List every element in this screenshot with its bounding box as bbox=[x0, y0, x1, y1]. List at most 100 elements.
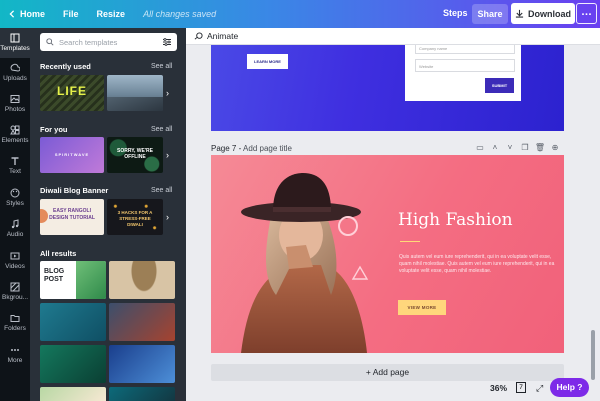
music-icon bbox=[11, 219, 19, 229]
see-all-diwali[interactable]: See all bbox=[151, 187, 172, 194]
contact-form: Company name Website SUBMIT bbox=[405, 45, 521, 101]
view-more-button[interactable]: VIEW MORE bbox=[398, 300, 446, 315]
share-button[interactable]: Share bbox=[472, 4, 508, 24]
template-thumb[interactable]: 3 HACKS FOR A STRESS-FREE DIWALI bbox=[107, 199, 163, 235]
template-thumb[interactable]: EASY RANGOLI DESIGN TUTORIAL bbox=[40, 199, 104, 235]
more-options-button[interactable]: … bbox=[576, 3, 597, 24]
rail-label: Styles bbox=[6, 200, 24, 207]
download-label: Download bbox=[528, 8, 571, 19]
page-count-badge[interactable]: 7 bbox=[516, 382, 526, 393]
home-button[interactable]: Home bbox=[8, 9, 45, 19]
body-text[interactable]: Quis autem vel eum iure reprehenderit, q… bbox=[399, 254, 564, 275]
template-thumb[interactable] bbox=[107, 75, 163, 111]
thumb-text: SPIRITWAVE bbox=[54, 152, 90, 157]
video-icon bbox=[10, 252, 20, 260]
template-thumb[interactable] bbox=[109, 387, 175, 401]
add-page-button[interactable]: + Add page bbox=[211, 364, 564, 381]
chevron-right-icon[interactable]: › bbox=[166, 88, 176, 98]
download-icon bbox=[515, 9, 524, 18]
section-title-all: All results bbox=[40, 249, 77, 258]
search-icon bbox=[46, 38, 54, 46]
filter-icon[interactable] bbox=[162, 37, 172, 47]
rail-label: Bkgrou... bbox=[1, 294, 28, 301]
page-7-canvas[interactable]: High Fashion Quis autem vel eum iure rep… bbox=[211, 155, 564, 353]
page-7-label: Page 7 - bbox=[211, 144, 242, 153]
chevron-right-icon[interactable]: › bbox=[166, 212, 176, 222]
section-title-for-you: For you bbox=[40, 125, 68, 134]
download-button[interactable]: Download bbox=[511, 3, 575, 24]
chevron-down-icon[interactable]: ˅ bbox=[504, 142, 516, 154]
delete-page-icon[interactable]: 🗑 bbox=[534, 142, 546, 154]
fullscreen-icon[interactable]: ⤢ bbox=[536, 383, 546, 393]
headline-text[interactable]: High Fashion bbox=[398, 210, 513, 230]
rail-label: Photos bbox=[4, 106, 26, 113]
elements-icon bbox=[10, 125, 20, 135]
editor-toolbar: Animate bbox=[186, 28, 600, 45]
divider-line bbox=[400, 241, 420, 242]
decor-circle bbox=[338, 216, 358, 236]
template-thumb[interactable] bbox=[109, 303, 175, 341]
templates-icon bbox=[10, 33, 20, 43]
chevron-up-icon[interactable]: ˄ bbox=[489, 142, 501, 154]
template-thumb[interactable] bbox=[109, 261, 175, 299]
file-menu[interactable]: File bbox=[63, 9, 79, 19]
page-tools: ▭ ˄ ˅ ❐ 🗑 ⊕ bbox=[474, 142, 564, 154]
folder-icon bbox=[10, 315, 20, 322]
rail-label: More bbox=[7, 357, 23, 364]
page-6-canvas[interactable]: LEARN MORE Company name Website SUBMIT bbox=[211, 45, 564, 131]
template-thumb[interactable] bbox=[40, 387, 106, 401]
learn-more-button[interactable]: LEARN MORE bbox=[247, 54, 288, 69]
template-thumb[interactable]: SPIRITWAVE bbox=[40, 137, 104, 173]
rail-label: Templates bbox=[0, 45, 30, 52]
rail-background[interactable]: Bkgrou... bbox=[0, 279, 30, 307]
thumb-text: 3 HACKS FOR A STRESS-FREE DIWALI bbox=[117, 210, 153, 227]
template-thumb[interactable] bbox=[40, 345, 106, 383]
rail-more[interactable]: More bbox=[0, 342, 30, 370]
thumb-text: BLOG POST bbox=[44, 268, 65, 283]
company-field[interactable]: Company name bbox=[415, 45, 515, 54]
chevron-right-icon[interactable]: › bbox=[166, 150, 176, 160]
rail-folders[interactable]: Folders bbox=[0, 310, 30, 338]
upload-icon bbox=[10, 63, 20, 72]
save-status: All changes saved bbox=[143, 9, 217, 19]
rail-photos[interactable]: Photos bbox=[0, 91, 30, 119]
duplicate-page-icon[interactable]: ❐ bbox=[519, 142, 531, 154]
search-templates-input[interactable]: Search templates bbox=[40, 33, 177, 51]
template-thumb[interactable] bbox=[109, 345, 175, 383]
resize-menu[interactable]: Resize bbox=[97, 9, 126, 19]
template-thumb[interactable] bbox=[40, 303, 106, 341]
section-title-recent: Recently used bbox=[40, 62, 91, 71]
background-icon bbox=[10, 282, 20, 292]
decor-triangle bbox=[351, 265, 369, 280]
template-thumb[interactable]: LIFE bbox=[40, 75, 104, 111]
animate-button[interactable]: Animate bbox=[207, 31, 238, 41]
rail-audio[interactable]: Audio bbox=[0, 216, 30, 244]
help-button[interactable]: Help ? bbox=[550, 378, 589, 397]
submit-button[interactable]: SUBMIT bbox=[485, 78, 514, 93]
website-field[interactable]: Website bbox=[415, 59, 515, 72]
rail-elements[interactable]: Elements bbox=[0, 122, 30, 150]
page-7-title-bar: Page 7 - Add page title bbox=[211, 144, 292, 153]
rail-styles[interactable]: Styles bbox=[0, 185, 30, 213]
top-bar: Home File Resize All changes saved Steps… bbox=[0, 0, 600, 28]
add-page-title-input[interactable]: Add page title bbox=[243, 144, 292, 153]
see-all-for-you[interactable]: See all bbox=[151, 126, 172, 133]
text-icon bbox=[11, 157, 19, 165]
fashion-model-photo[interactable] bbox=[231, 155, 371, 353]
home-label: Home bbox=[20, 9, 46, 19]
template-thumb[interactable]: SORRY, WE'RE OFFLINE bbox=[107, 137, 163, 173]
canvas-scrollbar[interactable] bbox=[590, 45, 596, 385]
steps-button[interactable]: Steps bbox=[443, 8, 468, 18]
zoom-level[interactable]: 36% bbox=[490, 383, 507, 393]
rail-videos[interactable]: Videos bbox=[0, 248, 30, 276]
template-thumb[interactable]: BLOG POST bbox=[40, 261, 106, 299]
canvas-scrollbar-thumb[interactable] bbox=[591, 330, 595, 380]
see-all-recent[interactable]: See all bbox=[151, 63, 172, 70]
rail-uploads[interactable]: Uploads bbox=[0, 60, 30, 88]
rail-templates[interactable]: Templates bbox=[0, 28, 30, 58]
add-page-icon[interactable]: ⊕ bbox=[549, 142, 561, 154]
rail-text[interactable]: Text bbox=[0, 153, 30, 181]
notes-icon[interactable]: ▭ bbox=[474, 142, 486, 154]
rail-label: Videos bbox=[5, 263, 25, 270]
canvas-area: Animate LEARN MORE Company name Website … bbox=[186, 28, 600, 401]
